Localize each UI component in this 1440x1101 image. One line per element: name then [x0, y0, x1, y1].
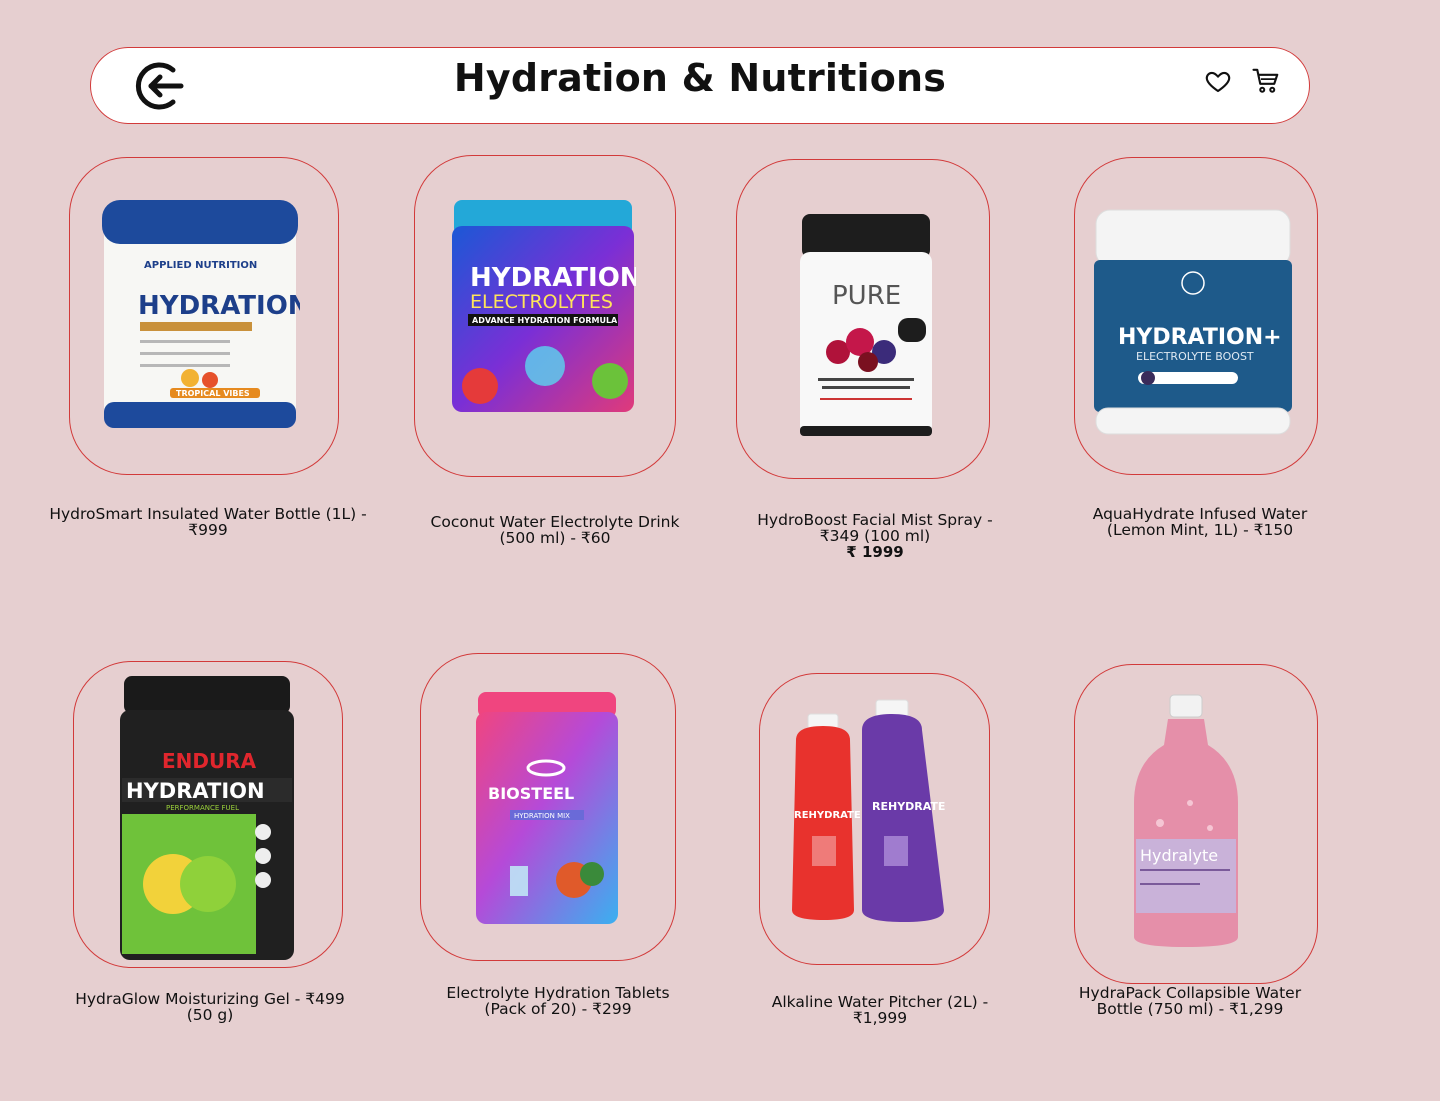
svg-text:HYDRATION: HYDRATION [126, 779, 265, 803]
product-label-4[interactable]: AquaHydrate Infused Water (Lemon Mint, 1… [1080, 506, 1320, 538]
product-image-6: BIOSTEEL HYDRATION MIX [476, 692, 618, 924]
product-label-7[interactable]: Alkaline Water Pitcher (2L) - ₹1,999 [760, 994, 1000, 1026]
svg-text:ELECTROLYTE BOOST: ELECTROLYTE BOOST [1136, 350, 1254, 363]
product-price-3: ₹ 1999 [846, 543, 904, 561]
svg-text:TROPICAL VIBES: TROPICAL VIBES [176, 389, 250, 398]
svg-text:HYDRATION+: HYDRATION+ [1118, 325, 1282, 350]
product-image-5: ENDURA HYDRATION PERFORMANCE FUEL [120, 676, 294, 960]
product-image-4: HYDRATION+ ELECTROLYTE BOOST [1094, 209, 1292, 435]
wishlist-button[interactable] [1203, 66, 1233, 96]
product-label-1[interactable]: HydroSmart Insulated Water Bottle (1L) -… [48, 506, 368, 538]
product-image-8: Hydralyte [1134, 694, 1238, 947]
product-image-3: PURE [800, 214, 932, 436]
svg-text:BIOSTEEL: BIOSTEEL [488, 784, 574, 803]
svg-text:HYDRATION: HYDRATION [470, 263, 636, 293]
page-title: Hydration & Nutritions [453, 56, 947, 100]
svg-text:ADVANCE HYDRATION FORMULA: ADVANCE HYDRATION FORMULA [472, 316, 618, 325]
svg-text:APPLIED NUTRITION: APPLIED NUTRITION [144, 260, 257, 271]
svg-text:ENDURA: ENDURA [162, 749, 257, 773]
svg-text:REHYDRATE: REHYDRATE [872, 800, 945, 813]
svg-text:ELECTROLYTES: ELECTROLYTES [470, 291, 613, 313]
svg-text:HYDRATION: HYDRATION [138, 291, 300, 321]
product-label-3[interactable]: HydroBoost Facial Mist Spray - ₹349 (100… [740, 512, 1010, 544]
product-image-1: APPLIED NUTRITION HYDRATION TROPICAL VIB… [102, 200, 300, 428]
product-label-5[interactable]: HydraGlow Moisturizing Gel - ₹499 (50 g) [62, 991, 358, 1023]
heart-icon [1205, 71, 1231, 93]
svg-text:PERFORMANCE FUEL: PERFORMANCE FUEL [166, 804, 239, 812]
svg-text:PURE: PURE [832, 281, 901, 311]
product-label-8[interactable]: HydraPack Collapsible Water Bottle (750 … [1070, 985, 1310, 1017]
svg-text:REHYDRATE: REHYDRATE [794, 810, 861, 821]
svg-text:Hydralyte: Hydralyte [1140, 846, 1218, 865]
product-label-2[interactable]: Coconut Water Electrolyte Drink (500 ml)… [420, 514, 690, 546]
product-label-6[interactable]: Electrolyte Hydration Tablets (Pack of 2… [430, 985, 686, 1017]
cart-icon [1252, 68, 1279, 93]
svg-text:HYDRATION MIX: HYDRATION MIX [514, 812, 570, 820]
top-bar: Hydration & Nutritions [90, 47, 1310, 124]
product-image-2: HYDRATION ELECTROLYTES ADVANCE HYDRATION… [452, 200, 636, 412]
product-image-7: REHYDRATE REHYDRATE [792, 699, 945, 922]
cart-button[interactable] [1251, 66, 1281, 96]
